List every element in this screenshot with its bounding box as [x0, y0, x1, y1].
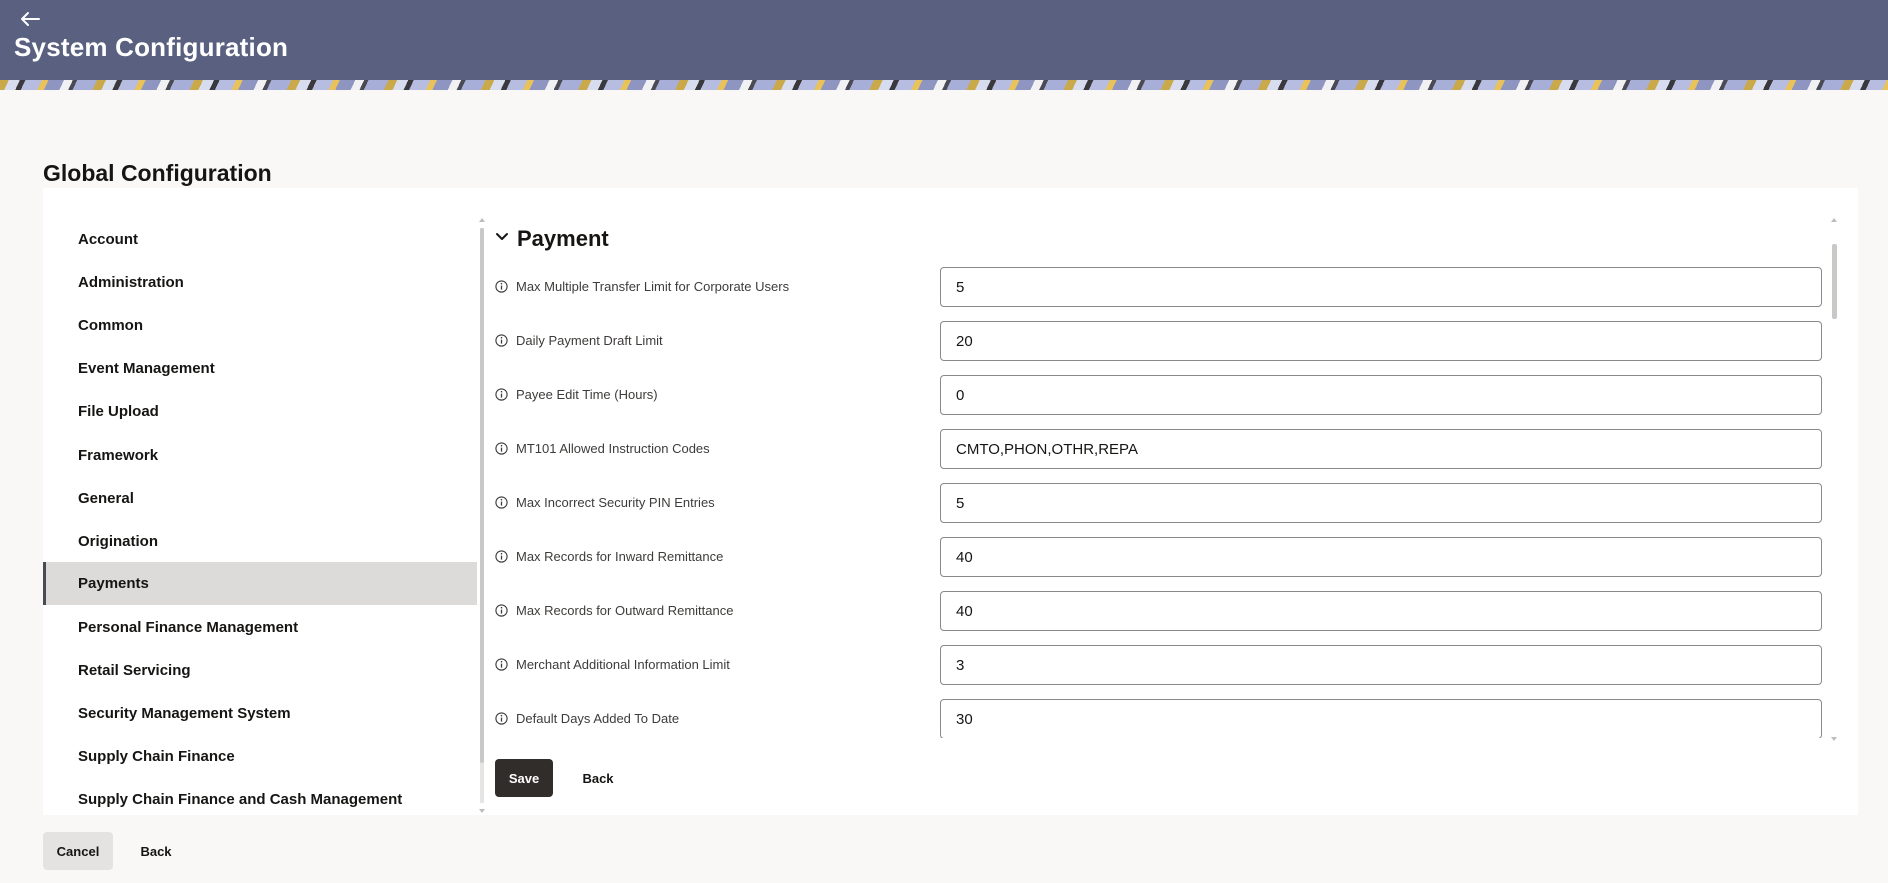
app-title: System Configuration	[14, 32, 289, 62]
scroll-down-arrow-icon[interactable]	[1831, 737, 1837, 741]
max-multiple-transfer-limit-input[interactable]	[940, 267, 1822, 307]
chevron-down-icon[interactable]	[495, 230, 509, 244]
field-row: Max Multiple Transfer Limit for Corporat…	[495, 267, 1825, 307]
field-row: Max Records for Inward Remittance	[495, 537, 1825, 577]
sidebar-item-retail-servicing[interactable]: Retail Servicing	[43, 649, 477, 692]
sidebar-scrollbar[interactable]	[478, 218, 486, 813]
sidebar-item-general[interactable]: General	[43, 477, 477, 520]
info-icon[interactable]	[495, 442, 508, 455]
info-icon[interactable]	[495, 604, 508, 617]
category-sidebar: Account Administration Common Event Mana…	[43, 218, 477, 813]
info-icon[interactable]	[495, 388, 508, 401]
info-icon[interactable]	[495, 712, 508, 725]
sidebar-item-event-management[interactable]: Event Management	[43, 347, 477, 390]
cancel-button[interactable]: Cancel	[43, 832, 113, 870]
field-row: Max Records for Outward Remittance	[495, 591, 1825, 631]
payment-settings-panel: Payment Max Multiple Transfer Limit for …	[495, 218, 1825, 738]
sidebar-item-security-management-system[interactable]: Security Management System	[43, 692, 477, 735]
max-records-outward-remittance-input[interactable]	[940, 591, 1822, 631]
info-icon[interactable]	[495, 496, 508, 509]
field-label: Max Records for Outward Remittance	[516, 603, 734, 618]
sidebar-item-file-upload[interactable]: File Upload	[43, 390, 477, 433]
page-title: Global Configuration	[43, 160, 272, 186]
field-label: Payee Edit Time (Hours)	[516, 387, 658, 402]
field-row: Default Days Added To Date	[495, 699, 1825, 738]
info-icon[interactable]	[495, 550, 508, 563]
max-incorrect-pin-entries-input[interactable]	[940, 483, 1822, 523]
back-button[interactable]: Back	[573, 759, 623, 797]
scroll-up-arrow-icon[interactable]	[479, 218, 485, 222]
sidebar-item-supply-chain-finance-and-cash-management[interactable]: Supply Chain Finance and Cash Management	[43, 778, 477, 821]
field-row: Max Incorrect Security PIN Entries	[495, 483, 1825, 523]
sidebar-item-supply-chain-finance[interactable]: Supply Chain Finance	[43, 735, 477, 778]
mt101-instruction-codes-input[interactable]	[940, 429, 1822, 469]
field-label: Default Days Added To Date	[516, 711, 680, 726]
sidebar-item-administration[interactable]: Administration	[43, 261, 477, 304]
info-icon[interactable]	[495, 334, 508, 347]
sidebar-item-payments[interactable]: Payments	[43, 562, 477, 605]
scroll-up-arrow-icon[interactable]	[1831, 218, 1837, 222]
max-records-inward-remittance-input[interactable]	[940, 537, 1822, 577]
sidebar-item-account[interactable]: Account	[43, 218, 477, 261]
decorative-banner	[0, 80, 1888, 90]
scrollbar-thumb[interactable]	[480, 228, 484, 763]
default-days-added-input[interactable]	[940, 699, 1822, 738]
field-label: Max Multiple Transfer Limit for Corporat…	[516, 279, 790, 294]
payee-edit-time-input[interactable]	[940, 375, 1822, 415]
sidebar-item-personal-finance-management[interactable]: Personal Finance Management	[43, 606, 477, 649]
field-label: Merchant Additional Information Limit	[516, 657, 730, 672]
sidebar-item-framework[interactable]: Framework	[43, 434, 477, 477]
field-label: Max Records for Inward Remittance	[516, 549, 724, 564]
merchant-additional-info-limit-input[interactable]	[940, 645, 1822, 685]
field-row: Merchant Additional Information Limit	[495, 645, 1825, 685]
field-label: Daily Payment Draft Limit	[516, 333, 663, 348]
field-row: Daily Payment Draft Limit	[495, 321, 1825, 361]
field-row: MT101 Allowed Instruction Codes	[495, 429, 1825, 469]
app-header: System Configuration	[0, 0, 1888, 80]
arrow-left-icon[interactable]	[18, 8, 42, 30]
field-label: Max Incorrect Security PIN Entries	[516, 495, 715, 510]
configuration-card: Account Administration Common Event Mana…	[43, 188, 1858, 815]
info-icon[interactable]	[495, 658, 508, 671]
save-button[interactable]: Save	[495, 759, 553, 797]
info-icon[interactable]	[495, 280, 508, 293]
section-title: Payment	[517, 226, 609, 251]
daily-payment-draft-limit-input[interactable]	[940, 321, 1822, 361]
field-row: Payee Edit Time (Hours)	[495, 375, 1825, 415]
scrollbar-thumb[interactable]	[1832, 244, 1837, 319]
footer-back-button[interactable]: Back	[130, 832, 182, 870]
content-scrollbar[interactable]	[1830, 218, 1838, 741]
scroll-down-arrow-icon[interactable]	[479, 809, 485, 813]
sidebar-item-common[interactable]: Common	[43, 304, 477, 347]
sidebar-item-origination[interactable]: Origination	[43, 520, 477, 563]
field-label: MT101 Allowed Instruction Codes	[516, 441, 710, 456]
